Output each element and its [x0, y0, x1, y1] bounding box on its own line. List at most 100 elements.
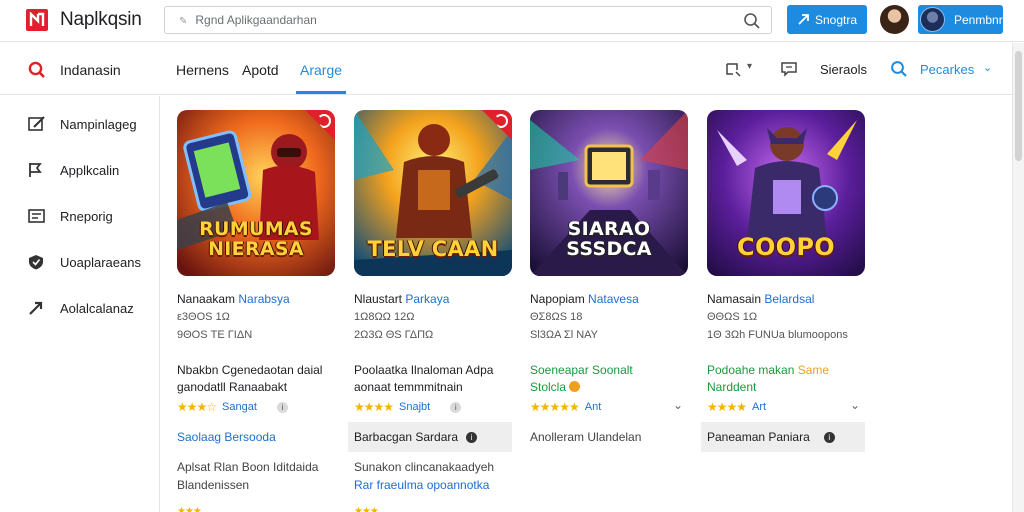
game-description: Nbakbn Cgenedaotan daial ganodatll Ranaa… — [177, 363, 323, 394]
game-thumbnail[interactable]: SIARAO SSSDCA — [530, 110, 688, 276]
search-icon[interactable] — [743, 12, 761, 35]
tab-apotd[interactable]: Apotd — [242, 62, 279, 78]
info-icon[interactable]: i — [450, 401, 462, 413]
extra-line: Aplsat Rlan Boon Iditdaida — [177, 460, 319, 474]
game-card[interactable]: COOPO Namasain Belardsal ΘΘΩS 1Ω 1Θ 3Ωh … — [701, 96, 877, 512]
primary-action-button[interactable]: Snogtra — [787, 5, 867, 34]
profile-button[interactable]: Penmbnr — [918, 5, 1003, 34]
app-title: Naplkqsin — [60, 9, 142, 30]
thumbnail-title: COOPO — [737, 232, 835, 261]
game-thumbnail[interactable]: COOPO — [707, 110, 865, 276]
status-dot-icon — [569, 381, 581, 392]
primary-action-label: Snogtra — [815, 12, 858, 27]
list-box-icon — [28, 208, 46, 229]
card-action-button[interactable]: Paneaman Paniara i — [701, 422, 865, 452]
game-card[interactable]: TELV CAAN Nlaustart Parkaya 1Ω8ΩΩ 12Ω 2Ω… — [348, 96, 524, 512]
meta-line: Sl3ΩA Σl ΝΑΥ — [530, 329, 599, 341]
shield-icon — [28, 254, 46, 275]
chevron-down-icon[interactable]: ▾ — [747, 61, 752, 72]
meta-line: ε3ΘOS 1Ω — [177, 311, 230, 323]
game-thumbnail[interactable]: TELV CAAN — [354, 110, 512, 276]
game-name[interactable]: Namasain Belardsal — [707, 292, 814, 306]
star-rating-icon: ★★★★ — [354, 400, 394, 414]
game-thumbnail[interactable]: RUMUMAS NIERASA — [177, 110, 335, 276]
meta-line: 2Ω3Ω ΘS ΓΔΠΩ — [354, 329, 434, 341]
card-action-label: Paneaman Paniara — [707, 430, 810, 444]
section-label: Indanasin — [60, 62, 121, 78]
card-link[interactable]: Saolaag Bersooda — [177, 422, 276, 452]
game-name[interactable]: Nanaakam Narabsya — [177, 292, 290, 306]
sidebar-item-nampinlageg[interactable]: Nampinlageg — [0, 106, 159, 142]
sidebar-item-label: Applkcalin — [60, 163, 120, 178]
meta-line: ΘΣ8ΩS 18 — [530, 311, 583, 323]
profile-avatar — [920, 7, 945, 32]
info-icon[interactable]: i — [823, 431, 835, 443]
app-logo-icon[interactable] — [26, 9, 48, 31]
comment-icon[interactable] — [780, 60, 798, 83]
sidebar-item-label: Rneporig — [60, 209, 113, 224]
thumbnail-title: RUMUMAS NIERASA — [199, 218, 313, 261]
share-arrow-icon — [28, 300, 46, 321]
star-rating-icon: ★★★ — [354, 506, 379, 512]
tab-hernens[interactable]: Hernens — [176, 62, 229, 78]
flag-icon — [28, 162, 46, 183]
rating: ★★★☆ Sangat i — [177, 399, 288, 415]
sidebar-item-rneporig[interactable]: Rneporig — [0, 198, 159, 234]
profile-label: Penmbnr — [954, 12, 1003, 27]
search-prefix-icon: ✎ — [179, 16, 188, 27]
filter-dropdown[interactable]: Pecarkes — [920, 62, 974, 77]
info-icon[interactable]: i — [466, 431, 478, 443]
thumbnail-title: TELV CAAN — [367, 236, 499, 261]
meta-line: 1Θ 3Ωh FUNUa blumoopons — [707, 329, 848, 341]
top-bar: Naplkqsin ✎ Rgnd Aplikgaandarhan Snogtra … — [0, 0, 1024, 42]
meta-line: 9ΘOS ΤΕ ΓΙΔΝ — [177, 329, 253, 341]
sidebar-item-uoaplaraeans[interactable]: Uoaplaraeans — [0, 244, 159, 280]
extra-line: Rar fraeulma opoannotka — [354, 478, 490, 492]
game-description: Soeneapar Soonalt Stolcla — [530, 363, 633, 394]
card-link[interactable]: Anolleram Ulandelan — [530, 422, 641, 452]
star-rating-icon: ★★★★ — [707, 400, 747, 414]
rating-label: Ant — [584, 401, 602, 413]
chevron-down-icon[interactable]: ⌄ — [983, 61, 992, 74]
star-rating-icon: ★★★☆ — [177, 400, 217, 414]
thumbnail-title: SIARAO SSSDCA — [566, 218, 652, 261]
search-icon[interactable] — [890, 60, 908, 83]
sidebar-item-label: Nampinlageg — [60, 117, 137, 132]
search-input[interactable]: ✎ Rgnd Aplikgaandarhan — [164, 6, 772, 34]
game-description: Podoahe makan Same Narddent — [707, 363, 830, 394]
active-tab-indicator — [296, 91, 346, 94]
sidebar-item-aolalcalanaz[interactable]: Aolalcalanaz — [0, 290, 159, 326]
vertical-scrollbar[interactable] — [1012, 43, 1024, 512]
meta-line: 1Ω8ΩΩ 12Ω — [354, 311, 415, 323]
sub-navigation: Indanasin Hernens Apotd Ararge ▾ Sieraol… — [0, 43, 1012, 95]
settings-label[interactable]: Sieraols — [820, 62, 867, 77]
game-description: Poolaatka Ilnaloman Adpa aonaat temmmitn… — [354, 363, 494, 394]
sidebar-item-label: Uoaplaraeans — [60, 255, 141, 270]
extra-text: Sunakon clincanakaadyeh Rar fraeulma opo… — [354, 458, 514, 494]
extra-line: Blandenissen — [177, 478, 250, 492]
chevron-down-icon[interactable]: ⌄ — [673, 398, 683, 412]
sidebar-item-applkcalin[interactable]: Applkcalin — [0, 152, 159, 188]
rating: ★★★★★ Ant — [530, 399, 601, 415]
game-card[interactable]: SIARAO SSSDCA Napopiam Natavesa ΘΣ8ΩS 18… — [530, 96, 700, 512]
rating: ★★★★ Art — [707, 399, 766, 415]
brand-search-icon[interactable] — [28, 61, 46, 84]
info-icon[interactable]: i — [276, 401, 288, 413]
tab-ararge[interactable]: Ararge — [300, 62, 342, 78]
chevron-down-icon[interactable]: ⌄ — [850, 398, 860, 412]
game-card[interactable]: RUMUMAS NIERASA Nanaakam Narabsya ε3ΘOS … — [177, 96, 347, 512]
star-rating-icon: ★★★ — [177, 506, 202, 512]
edit-icon — [28, 116, 46, 137]
game-name[interactable]: Napopiam Natavesa — [530, 292, 639, 306]
meta-line: ΘΘΩS 1Ω — [707, 311, 758, 323]
crop-icon[interactable] — [724, 60, 742, 83]
rating: ★★★★ Snajbt i — [354, 399, 462, 415]
edit-arrow-icon — [797, 13, 810, 29]
game-name[interactable]: Nlaustart Parkaya — [354, 292, 449, 306]
sidebar: Nampinlageg Applkcalin Rneporig Uoaplara… — [0, 96, 160, 512]
rating-label: Snajbt — [399, 401, 431, 413]
scrollbar-thumb[interactable] — [1015, 51, 1022, 161]
rating-label: Sangat — [222, 401, 257, 413]
card-action-button[interactable]: Barbacgan Sardara i — [348, 422, 512, 452]
user-avatar[interactable] — [880, 5, 909, 34]
